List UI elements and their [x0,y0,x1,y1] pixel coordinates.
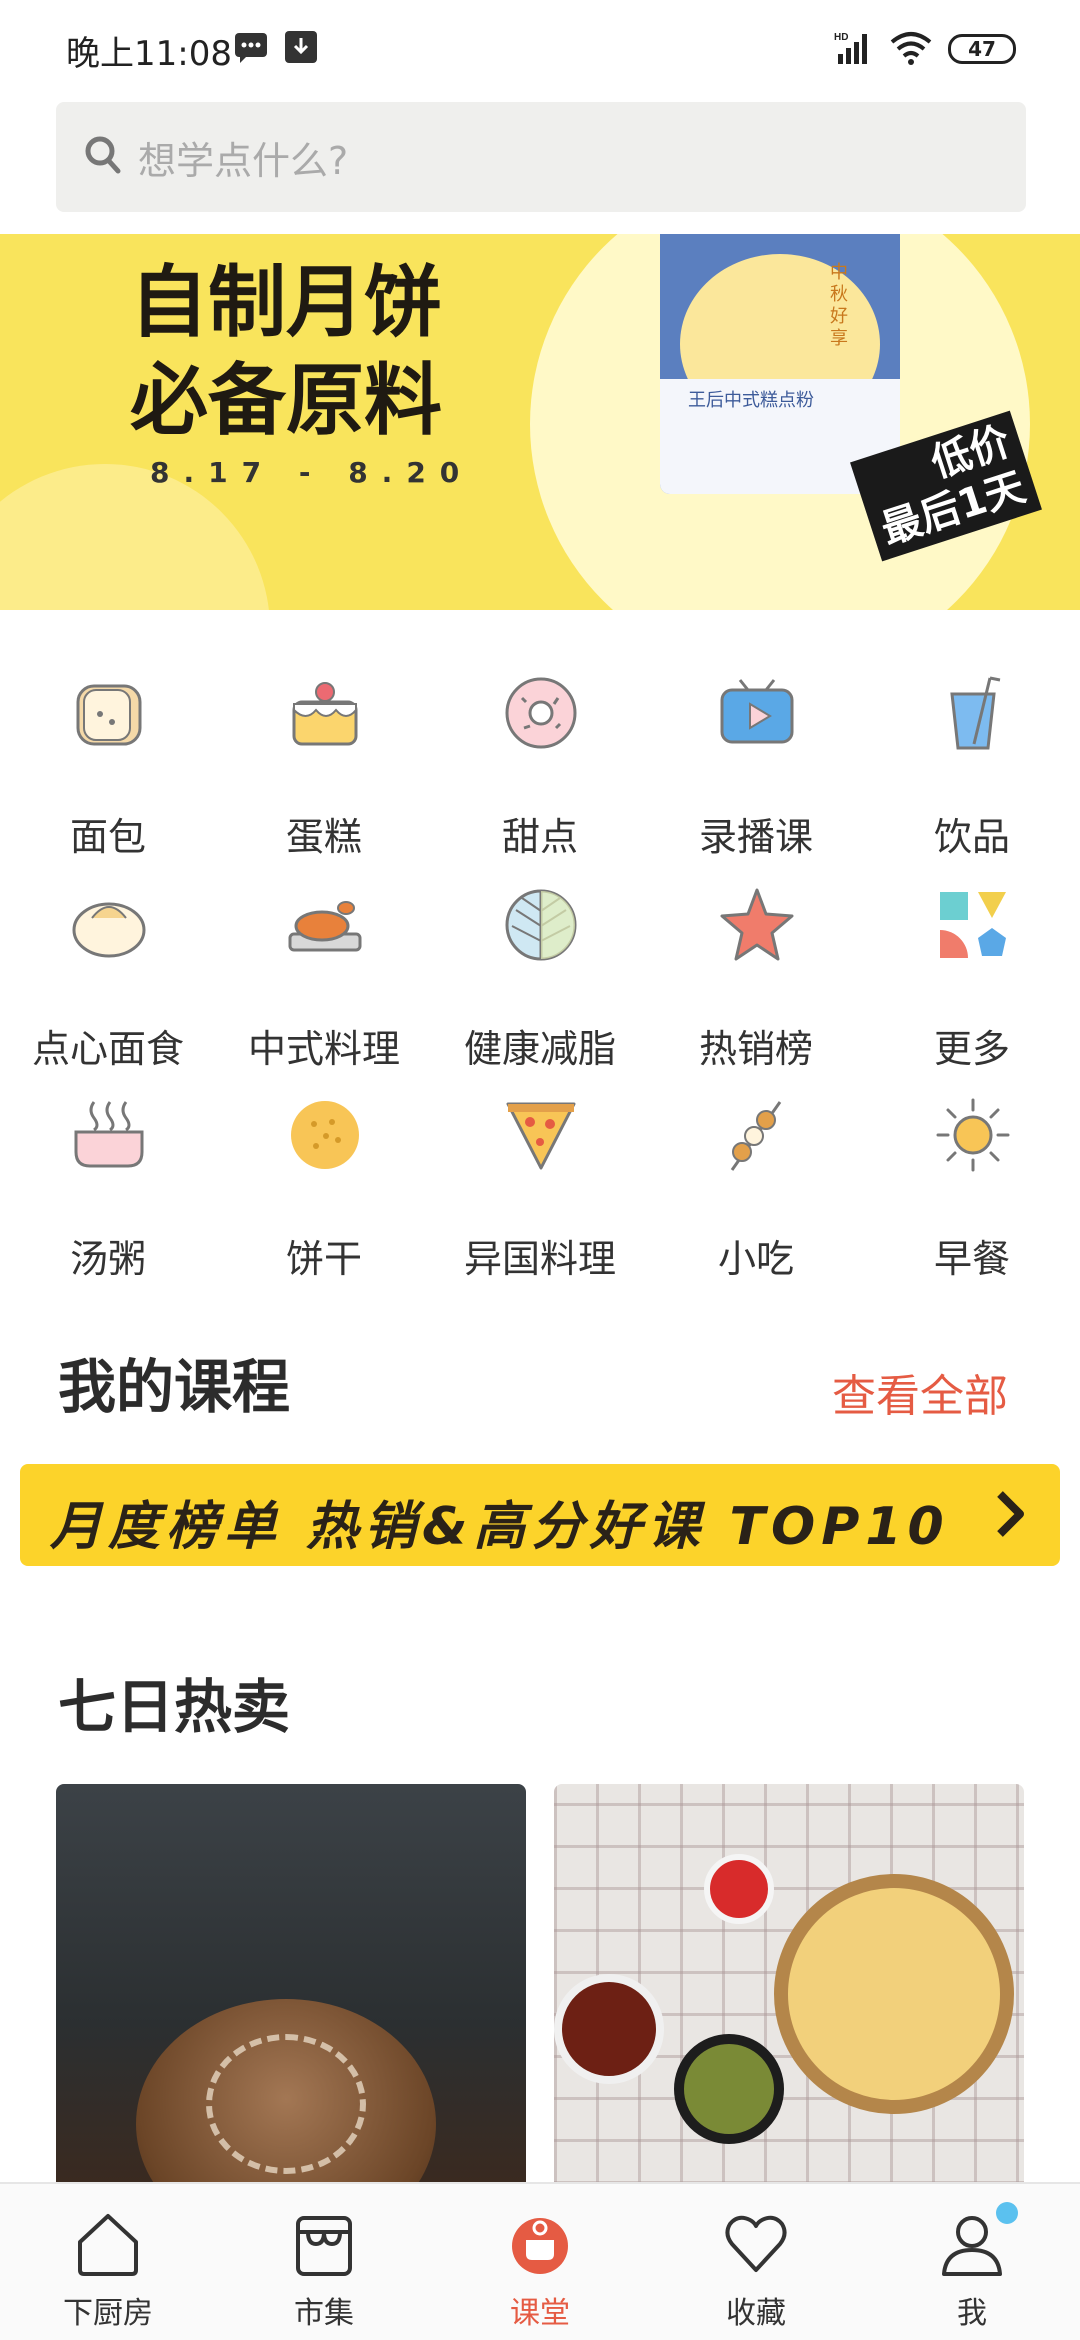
flour-bag-image: 王后中式糕点粉 中秋好享 [660,234,900,494]
shapes-icon [940,892,1006,958]
category-label: 小吃 [717,1237,794,1281]
category-label: 早餐 [933,1237,1010,1281]
tab-label: 课堂 [510,2296,570,2331]
my-courses-title: 我的课程 [58,1353,291,1421]
signal-icon: HD [834,32,867,64]
fried-cutlet-plate [774,1874,1014,2114]
category-label: 更多 [933,1027,1010,1071]
bun-icon [72,902,146,958]
tv-icon [720,679,794,744]
banner-date: 8.17 - 8.20 [150,456,474,489]
notification-dot [996,2202,1018,2224]
tab-label: 我 [957,2296,987,2331]
category-drinks[interactable]: 饮品 [864,674,1080,874]
wifi-icon [890,32,932,65]
category-label: 面包 [69,815,146,859]
bag-vertical-text: 中秋好享 [830,262,848,349]
category-label: 中式料理 [247,1027,400,1071]
svg-text:HD: HD [834,32,848,43]
sauce-bowl [554,1974,664,2084]
product-card[interactable] [56,1784,526,2184]
status-bar: 晚上11:08 HD 47 [0,0,1080,100]
category-dessert[interactable]: 甜点 [432,674,648,874]
search-icon [85,136,121,174]
bread-icon [76,684,142,746]
pot-icon [74,1101,144,1168]
category-label: 录播课 [698,815,813,859]
seven-day-hot-title: 七日热卖 [58,1673,291,1741]
promo-banner[interactable]: 自制月饼 必备原料 8.17 - 8.20 王后中式糕点粉 中秋好享 低价 最后… [0,234,1080,610]
product-image [56,1784,526,2184]
category-label: 点心面食 [31,1027,184,1071]
category-label: 异国料理 [463,1237,616,1281]
cake-icon [292,682,358,746]
roast-chicken-icon [288,901,362,952]
donut-icon [505,677,577,749]
download-icon [285,31,317,63]
tab-market[interactable]: 市集 [216,2184,432,2340]
category-label: 饮品 [933,815,1010,859]
pizza-icon [506,1102,576,1170]
tab-me[interactable]: 我 [864,2184,1080,2340]
heart-icon [725,2215,787,2272]
message-icon [235,33,267,63]
category-recorded-class[interactable]: 录播课 [648,674,864,874]
tab-kitchen[interactable]: 下厨房 [0,2184,216,2340]
tab-classroom[interactable]: 课堂 [432,2184,648,2340]
category-label: 甜点 [501,815,578,859]
banner-title-line1: 自制月饼 [130,257,443,348]
leaf-icon [505,889,577,961]
tab-favorites[interactable]: 收藏 [648,2184,864,2340]
category-foreign-cuisine[interactable]: 异国料理 [432,1096,648,1296]
banner-title-line2: 必备原料 [130,355,443,446]
chevron-right-icon [997,1491,1024,1537]
category-label: 饼干 [285,1237,362,1281]
profile-icon [942,2216,1002,2276]
category-label: 汤粥 [69,1237,146,1281]
category-label: 蛋糕 [285,815,362,859]
category-dim-sum[interactable]: 点心面食 [0,886,216,1086]
star-icon [720,888,794,961]
search-input[interactable]: 想学点什么? [138,130,348,185]
drink-icon [950,676,1001,750]
top10-banner-text: 月度榜单 热销&高分好课 TOP10 [50,1497,950,1557]
search-bar[interactable]: 想学点什么? [56,102,1026,212]
category-more[interactable]: 更多 [864,886,1080,1086]
cookie-icon [291,1101,359,1169]
market-icon [296,2216,352,2276]
tab-label: 收藏 [726,2296,786,2331]
home-icon [78,2214,138,2276]
category-chinese-cuisine[interactable]: 中式料理 [216,886,432,1086]
category-snacks[interactable]: 小吃 [648,1096,864,1296]
category-bread[interactable]: 面包 [0,674,216,874]
skewer-icon [730,1101,782,1171]
category-cake[interactable]: 蛋糕 [216,674,432,874]
bottom-tab-bar: 下厨房 市集 课堂 收藏 我 [0,2182,1080,2340]
battery-icon: 47 [948,34,1016,64]
product-card[interactable] [554,1784,1024,2184]
category-hot-list[interactable]: 热销榜 [648,886,864,1086]
sauce-bowl [704,1854,774,1924]
sun-icon [936,1098,1010,1172]
bag-text: 王后中式糕点粉 [688,390,814,411]
tab-label: 下厨房 [63,2296,153,2331]
view-all-link[interactable]: 查看全部 [832,1360,1008,1424]
top10-banner[interactable]: 月度榜单 热销&高分好课 TOP10 [20,1464,1060,1566]
category-label: 健康减脂 [463,1027,616,1071]
classroom-icon [512,2218,568,2274]
status-time: 晚上11:08 [66,34,232,74]
category-soup[interactable]: 汤粥 [0,1096,216,1296]
category-label: 热销榜 [698,1027,813,1071]
product-image [554,1784,1024,2184]
category-healthy[interactable]: 健康减脂 [432,886,648,1086]
banner-title: 自制月饼 必备原料 [130,254,442,450]
tab-label: 市集 [294,2296,354,2331]
category-cookies[interactable]: 饼干 [216,1096,432,1296]
pickle-bowl [674,2034,784,2144]
bread-pattern [206,2034,366,2174]
category-breakfast[interactable]: 早餐 [864,1096,1080,1296]
